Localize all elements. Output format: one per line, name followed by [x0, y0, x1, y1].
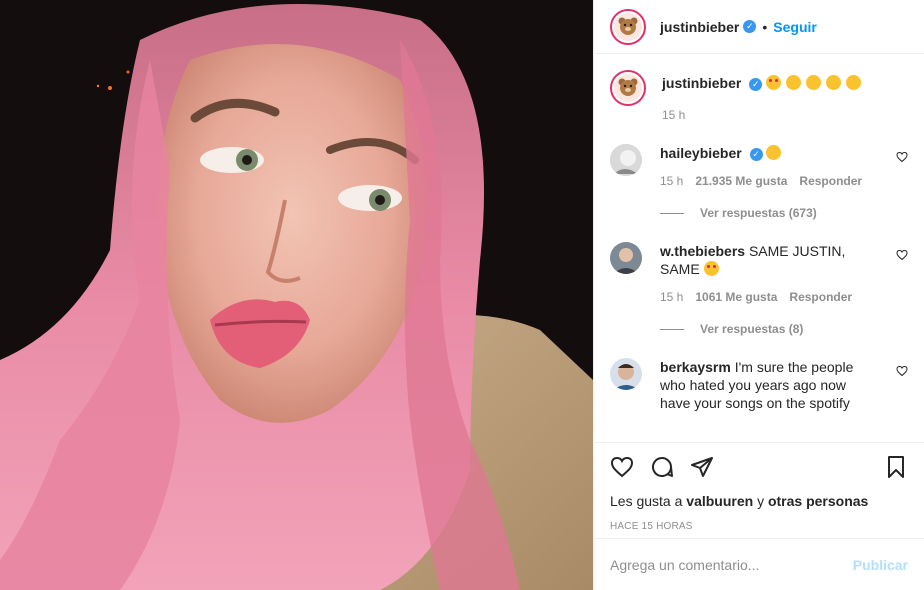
comment-likes[interactable]: 21.935 Me gusta: [695, 174, 787, 188]
view-replies-button[interactable]: Ver respuestas (8): [660, 322, 880, 336]
comment-username[interactable]: haileybieber: [660, 145, 742, 161]
verified-badge-icon: ✓: [749, 147, 763, 161]
smiling-halo-emoji-icon: [766, 145, 782, 160]
avatar-photo: [610, 358, 642, 390]
likes-others[interactable]: otras personas: [768, 493, 868, 509]
comment-time[interactable]: 15 h: [660, 174, 683, 188]
header-username[interactable]: justinbieber: [660, 19, 739, 35]
smiling-hearts-emoji-icon: [845, 75, 861, 90]
separator-dot: •: [762, 18, 768, 35]
save-bookmark-icon[interactable]: [884, 455, 908, 482]
caption-avatar[interactable]: [610, 70, 646, 106]
like-heart-icon[interactable]: [610, 455, 634, 482]
comment-username[interactable]: w.thebiebers: [660, 243, 745, 259]
caption-row: justinbieber ✓ 15 h: [610, 70, 908, 122]
avatar[interactable]: [610, 8, 646, 45]
post-side-panel: justinbieber ✓ • Seguir justinbieber ✓ 1…: [593, 0, 924, 590]
comment-row: berkaysrm I'm sure the people who hated …: [610, 358, 908, 412]
portrait-image: [0, 0, 593, 590]
verified-badge-icon: ✓: [749, 77, 763, 91]
caption-time[interactable]: 15 h: [662, 108, 685, 122]
teddy-bear-icon: [618, 17, 638, 35]
share-paper-plane-icon[interactable]: [690, 455, 714, 482]
post-header: justinbieber ✓ • Seguir: [594, 0, 924, 54]
smiling-hearts-emoji-icon: [786, 75, 802, 90]
likes-prefix: Les gusta a: [610, 493, 687, 509]
comment-bubble-icon[interactable]: [650, 455, 674, 482]
publish-button[interactable]: Publicar: [853, 557, 908, 573]
like-comment-heart-icon[interactable]: [896, 364, 908, 380]
teddy-bear-icon: [618, 78, 638, 96]
reply-button[interactable]: Responder: [789, 290, 852, 304]
avatar-photo: [610, 242, 642, 274]
action-icons: [610, 443, 908, 493]
like-comment-heart-icon[interactable]: [896, 150, 908, 166]
comment-avatar[interactable]: [610, 358, 642, 390]
likes-conj: y: [753, 493, 768, 509]
comment-row: haileybieber ✓ 15 h 21.935 Me gusta Resp…: [610, 144, 908, 220]
replies-line: [660, 212, 684, 214]
comment-likes[interactable]: 1061 Me gusta: [695, 290, 777, 304]
follow-button[interactable]: Seguir: [773, 19, 817, 35]
post-photo[interactable]: [0, 0, 593, 590]
add-comment-bar: Publicar: [594, 538, 924, 590]
post-actions: Les gusta a valbuuren y otras personas H…: [594, 442, 924, 532]
kiss-emoji-icon: [805, 75, 821, 90]
heart-eyes-emoji-icon: [766, 75, 782, 90]
view-replies-label: Ver respuestas (673): [700, 206, 817, 220]
post-timestamp[interactable]: HACE 15 HORAS: [610, 521, 908, 532]
comment-avatar[interactable]: [610, 242, 642, 274]
view-replies-label: Ver respuestas (8): [700, 322, 804, 336]
comment-input[interactable]: [610, 556, 853, 573]
smiling-blush-emoji-icon: [825, 75, 841, 90]
avatar-photo: [610, 144, 642, 176]
comment-time[interactable]: 15 h: [660, 290, 683, 304]
like-comment-heart-icon[interactable]: [896, 248, 908, 264]
instagram-post: justinbieber ✓ • Seguir justinbieber ✓ 1…: [0, 0, 924, 590]
comment-row: w.thebiebers SAME JUSTIN, SAME 15 h 1061…: [610, 242, 908, 336]
heart-eyes-emoji-icon: [703, 261, 719, 276]
view-replies-button[interactable]: Ver respuestas (673): [660, 206, 880, 220]
likes-summary[interactable]: Les gusta a valbuuren y otras personas: [610, 493, 908, 509]
likes-user[interactable]: valbuuren: [686, 493, 753, 509]
comment-username[interactable]: berkaysrm: [660, 359, 731, 375]
verified-badge-icon: ✓: [743, 20, 757, 33]
comments-list[interactable]: justinbieber ✓ 15 h haileybieber ✓ 15 h …: [594, 54, 924, 442]
caption-emojis: [766, 75, 862, 91]
comment-avatar[interactable]: [610, 144, 642, 176]
reply-button[interactable]: Responder: [799, 174, 862, 188]
replies-line: [660, 328, 684, 330]
caption-username[interactable]: justinbieber: [662, 75, 741, 91]
